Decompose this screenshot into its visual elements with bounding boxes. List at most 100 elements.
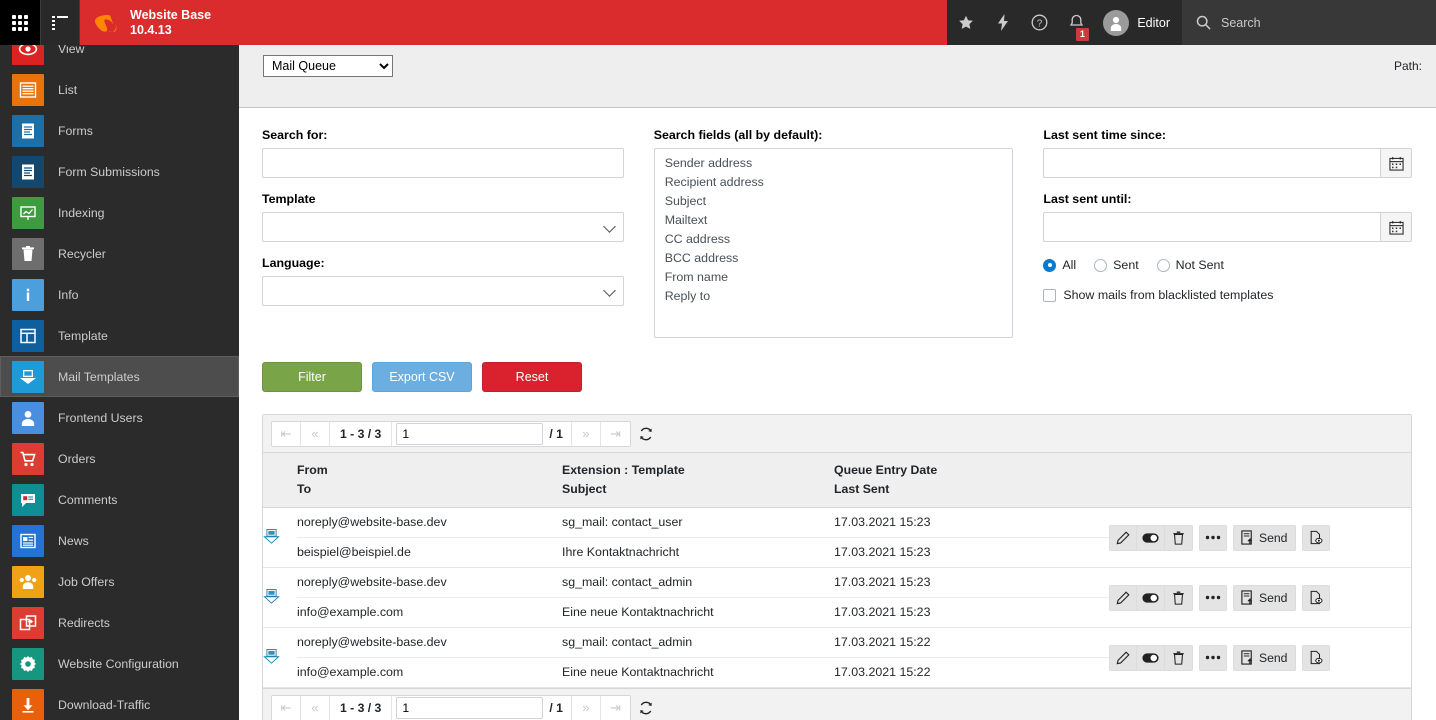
search-field-option[interactable]: CC address (655, 230, 1013, 249)
page-number-input[interactable] (396, 697, 543, 719)
edit-pencil-icon[interactable] (1109, 585, 1137, 611)
bookmark-star-icon[interactable] (947, 0, 984, 45)
list-toggle-icon[interactable] (40, 0, 80, 45)
table-row[interactable]: noreply@website-base.dev info@example.co… (263, 568, 1411, 628)
sidebar-item-template[interactable]: Template (0, 315, 239, 356)
last-sent-until-input[interactable] (1043, 212, 1380, 242)
apps-grid-icon[interactable] (0, 0, 40, 45)
pagination-controls: ⇤ « 1 - 3 / 3 / 1 » ⇥ (271, 421, 631, 447)
sidebar-item-label: Recycler (58, 247, 106, 261)
row-queue-entry-date: 17.03.2021 15:23 (834, 568, 1109, 598)
sidebar-item-info[interactable]: Info (0, 274, 239, 315)
pagination-total: / 1 (547, 696, 572, 720)
global-search[interactable]: Search (1182, 0, 1436, 45)
help-question-icon[interactable]: ? (1021, 0, 1058, 45)
table-row[interactable]: noreply@website-base.dev info@example.co… (263, 628, 1411, 688)
sidebar-item-forms[interactable]: Forms (0, 110, 239, 151)
flash-bolt-icon[interactable] (984, 0, 1021, 45)
toggle-visibility-icon[interactable] (1137, 525, 1165, 551)
preview-eye-icon[interactable] (1302, 645, 1330, 671)
radio-not-sent[interactable]: Not Sent (1157, 258, 1224, 272)
search-field-option[interactable]: Mailtext (655, 211, 1013, 230)
language-select[interactable] (262, 276, 624, 306)
sidebar-item-mail-templates[interactable]: Mail Templates (0, 356, 239, 397)
filter-form: Search for: Template Language: (262, 128, 1412, 338)
page-first-icon[interactable]: ⇤ (272, 696, 301, 720)
module-body: Search for: Template Language: (239, 108, 1436, 720)
page-first-icon[interactable]: ⇤ (272, 422, 301, 446)
search-fields-listbox[interactable]: Sender address Recipient address Subject… (654, 148, 1014, 338)
toggle-visibility-icon[interactable] (1137, 645, 1165, 671)
refresh-icon[interactable] (631, 696, 661, 720)
delete-trash-icon[interactable] (1165, 525, 1193, 551)
calendar-icon[interactable] (1380, 212, 1412, 242)
trash-glyph (1172, 531, 1185, 545)
sidebar-item-recycler[interactable]: Recycler (0, 233, 239, 274)
sidebar-item-redirects[interactable]: Redirects (0, 602, 239, 643)
page-number-input[interactable] (396, 423, 543, 445)
sidebar-item-label: Template (58, 329, 108, 343)
radio-sent[interactable]: Sent (1094, 258, 1139, 272)
blacklist-checkbox-row[interactable]: Show mails from blacklisted templates (1043, 288, 1412, 302)
info-i-icon (12, 279, 44, 311)
sidebar-item-website-configuration[interactable]: Website Configuration (0, 643, 239, 684)
sidebar-item-indexing[interactable]: Indexing (0, 192, 239, 233)
more-ellipsis-icon[interactable] (1199, 525, 1227, 551)
calendar-icon[interactable] (1380, 148, 1412, 178)
edit-pencil-icon[interactable] (1109, 525, 1137, 551)
preview-eye-icon[interactable] (1302, 585, 1330, 611)
search-field-option[interactable]: From name (655, 268, 1013, 287)
page-prev-icon[interactable]: « (301, 422, 330, 446)
row-dates: 17.03.2021 15:23 17.03.2021 15:23 (834, 508, 1109, 568)
search-field-option[interactable]: Recipient address (655, 173, 1013, 192)
page-next-icon[interactable]: » (572, 696, 601, 720)
sidebar-item-view[interactable]: View (0, 45, 239, 69)
spacer (1043, 178, 1412, 192)
sidebar-item-frontend-users[interactable]: Frontend Users (0, 397, 239, 438)
reset-button[interactable]: Reset (482, 362, 582, 392)
sidebar-item-comments[interactable]: Comments (0, 479, 239, 520)
more-ellipsis-icon[interactable] (1199, 645, 1227, 671)
send-button[interactable]: Send (1233, 645, 1296, 671)
sidebar-item-news[interactable]: News (0, 520, 239, 561)
search-field-option[interactable]: Subject (655, 192, 1013, 211)
edit-pencil-icon[interactable] (1109, 645, 1137, 671)
sidebar-item-orders[interactable]: Orders (0, 438, 239, 479)
sidebar-item-download-traffic[interactable]: Download-Traffic (0, 684, 239, 720)
user-menu[interactable]: Editor (1095, 0, 1182, 45)
table-row[interactable]: noreply@website-base.dev beispiel@beispi… (263, 508, 1411, 568)
radio-all[interactable]: All (1043, 258, 1076, 272)
delete-trash-icon[interactable] (1165, 645, 1193, 671)
page-next-icon[interactable]: » (572, 422, 601, 446)
more-ellipsis-icon[interactable] (1199, 585, 1227, 611)
send-button[interactable]: Send (1233, 525, 1296, 551)
preview-eye-icon[interactable] (1302, 525, 1330, 551)
module-sidebar[interactable]: View List Forms Form Submissions Indexin (0, 45, 239, 720)
row-last-sent: 17.03.2021 15:22 (834, 658, 1109, 687)
template-select[interactable] (262, 212, 624, 242)
export-csv-button[interactable]: Export CSV (372, 362, 472, 392)
notification-bell-icon[interactable]: 1 (1058, 0, 1095, 45)
page-last-icon[interactable]: ⇥ (601, 422, 630, 446)
delete-trash-icon[interactable] (1165, 585, 1193, 611)
sidebar-item-job-offers[interactable]: Job Offers (0, 561, 239, 602)
page-last-icon[interactable]: ⇥ (601, 696, 630, 720)
send-label: Send (1259, 651, 1287, 665)
last-sent-since-input[interactable] (1043, 148, 1380, 178)
search-field-option[interactable]: BCC address (655, 249, 1013, 268)
search-field-option[interactable]: Reply to (655, 287, 1013, 306)
refresh-icon[interactable] (631, 422, 661, 446)
sidebar-item-form-submissions[interactable]: Form Submissions (0, 151, 239, 192)
row-to: info@example.com (297, 658, 562, 687)
filter-button[interactable]: Filter (262, 362, 362, 392)
send-button[interactable]: Send (1233, 585, 1296, 611)
sidebar-item-list[interactable]: List (0, 69, 239, 110)
search-field-option[interactable]: Sender address (655, 154, 1013, 173)
module-select[interactable]: Mail Queue (263, 55, 393, 77)
ellipsis-glyph (1205, 535, 1221, 540)
page-prev-icon[interactable]: « (301, 696, 330, 720)
toggle-visibility-icon[interactable] (1137, 585, 1165, 611)
search-for-input[interactable] (262, 148, 624, 178)
search-fields-label: Search fields (all by default): (654, 128, 1014, 142)
blacklist-checkbox[interactable] (1043, 289, 1056, 302)
